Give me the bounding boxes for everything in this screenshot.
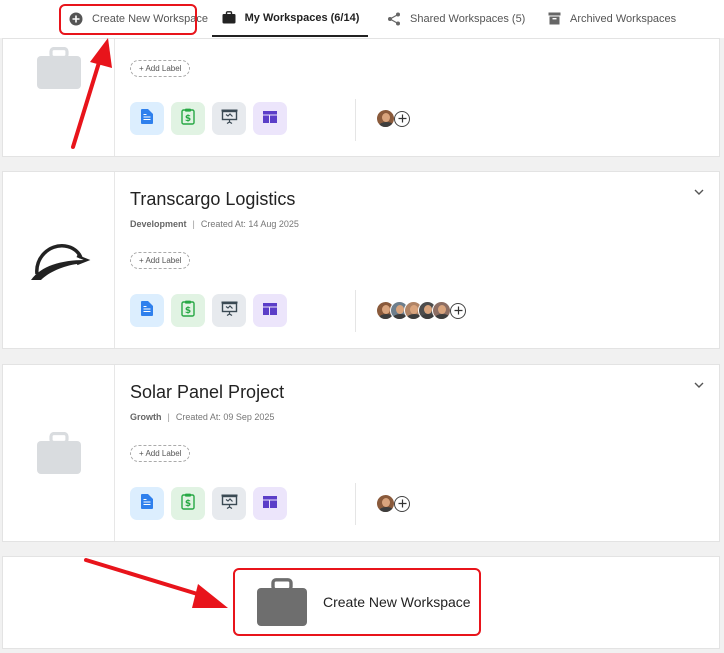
finance-app-button[interactable]: $ [171,102,205,135]
tab-archived-workspaces[interactable]: Archived Workspaces [546,0,676,37]
workspace-members [376,301,466,320]
document-app-button[interactable] [130,294,164,327]
document-app-button[interactable] [130,102,164,135]
presentation-app-button[interactable] [212,487,246,520]
board-icon [263,110,277,128]
workspace-category: Development [130,219,187,229]
board-app-button[interactable] [253,294,287,327]
workspace-meta: Development | Created At: 14 Aug 2025 [130,219,299,229]
avatar [376,109,395,128]
svg-text:$: $ [185,499,191,509]
add-label-button[interactable]: + Add Label [130,252,191,269]
board-icon [263,302,277,320]
document-icon [141,493,153,514]
share-icon [386,11,402,27]
document-app-button[interactable] [130,487,164,520]
annotation-arrow-right [84,558,228,608]
workspace-meta: Growth | Created At: 09 Sep 2025 [130,412,274,422]
workspace-thumbnail-panel [3,365,115,541]
briefcase-icon [257,578,307,626]
tab-mine-label: My Workspaces (6/14) [244,11,360,24]
plus-icon [398,110,407,128]
board-icon [263,495,277,513]
add-label-button[interactable]: + Add Label [130,445,191,462]
briefcase-placeholder-icon [37,431,81,474]
briefcase-icon [221,10,237,26]
document-icon [141,300,153,321]
board-app-button[interactable] [253,102,287,135]
tab-shared-label: Shared Workspaces (5) [410,12,526,25]
workspace-title[interactable]: Solar Panel Project [130,382,284,403]
card-divider [355,290,356,332]
invoice-icon: $ [181,493,195,515]
create-tab-highlight [59,4,197,35]
chevron-down-icon[interactable] [693,379,705,391]
add-label-button[interactable]: + Add Label [130,60,191,77]
presentation-app-button[interactable] [212,294,246,327]
add-member-button[interactable] [450,302,466,320]
finance-app-button[interactable]: $ [171,294,205,327]
presentation-icon [221,301,238,321]
workspace-card[interactable]: Transcargo Logistics Development | Created… [2,171,720,349]
archive-icon [546,11,562,27]
presentation-app-button[interactable] [212,102,246,135]
card-divider [355,483,356,525]
card-divider [355,99,356,141]
avatar [376,494,395,513]
presentation-icon [221,109,238,129]
workspace-created-date: Created At: 09 Sep 2025 [175,412,275,422]
workspace-members [376,494,410,513]
workspace-apps: $ [130,487,287,520]
meta-separator: | [167,412,170,422]
transcargo-logo [27,236,91,286]
workspace-title[interactable]: Transcargo Logistics [130,189,295,210]
tab-archived-label: Archived Workspaces [570,12,677,25]
finance-app-button[interactable]: $ [171,487,205,520]
workspace-category: Growth [130,412,162,422]
svg-text:$: $ [185,306,191,316]
avatar [432,301,451,320]
workspace-apps: $ [130,294,287,327]
tab-shared-workspaces[interactable]: Shared Workspaces (5) [386,0,525,37]
invoice-icon: $ [181,108,195,130]
workspace-thumbnail-panel [3,172,115,348]
add-member-button[interactable] [394,495,410,513]
presentation-icon [221,494,238,514]
svg-text:$: $ [185,114,191,124]
create-workspace-button[interactable]: Create New Workspace [233,568,481,636]
document-icon [141,108,153,129]
workspace-members [376,109,410,128]
workspace-apps: $ [130,102,287,135]
workspace-created-date: Created At: 14 Aug 2025 [200,219,299,229]
workspace-card[interactable]: Solar Panel Project Growth | Created At: 0… [2,364,720,542]
chevron-down-icon[interactable] [693,186,705,198]
create-workspace-label: Create New Workspace [323,594,471,610]
meta-separator: | [192,219,195,229]
plus-icon [398,495,407,513]
invoice-icon: $ [181,300,195,322]
plus-icon [454,302,463,320]
board-app-button[interactable] [253,487,287,520]
annotation-arrow-up [71,38,112,149]
tab-my-workspaces[interactable]: My Workspaces (6/14) [212,0,368,37]
add-member-button[interactable] [394,110,410,128]
